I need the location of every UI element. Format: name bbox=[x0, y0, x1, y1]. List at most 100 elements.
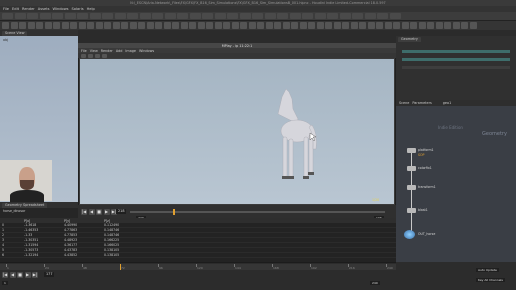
shelf-tool-icon[interactable] bbox=[129, 22, 137, 29]
shelf-tool-icon[interactable] bbox=[359, 22, 366, 29]
shelf-tab[interactable] bbox=[177, 13, 188, 19]
shelf-tab[interactable] bbox=[152, 13, 163, 19]
shelf-tool-icon[interactable] bbox=[435, 22, 443, 29]
shelf-tab[interactable] bbox=[377, 13, 388, 19]
shelf-tab[interactable] bbox=[352, 13, 363, 19]
column-header[interactable]: P[z] bbox=[102, 219, 146, 223]
shelf-tool-icon[interactable] bbox=[342, 22, 349, 29]
menu-item[interactable]: Help bbox=[87, 7, 95, 11]
mplay-menu-item[interactable]: Render bbox=[101, 49, 113, 53]
shelf-tool-icon[interactable] bbox=[291, 22, 298, 29]
shelf-tab[interactable] bbox=[127, 13, 138, 19]
shelf-tool-icon[interactable] bbox=[36, 22, 43, 29]
shelf-tab[interactable] bbox=[202, 13, 213, 19]
menu-item[interactable]: Windows bbox=[52, 7, 68, 11]
shelf-tool-icon[interactable] bbox=[138, 22, 145, 29]
shelf-tool-icon[interactable] bbox=[2, 22, 9, 29]
shelf-tab[interactable] bbox=[227, 13, 238, 19]
param-row[interactable] bbox=[402, 50, 510, 53]
shelf-tab[interactable] bbox=[52, 13, 63, 19]
shelf-tool-icon[interactable] bbox=[265, 22, 273, 29]
shelf-tab[interactable] bbox=[2, 13, 13, 19]
mplay-menu-item[interactable]: Add bbox=[116, 49, 123, 53]
node-transform[interactable] bbox=[407, 185, 416, 190]
shelf-tool-icon[interactable] bbox=[350, 22, 358, 29]
shelf-tool-icon[interactable] bbox=[240, 22, 247, 29]
timeline-transport-button[interactable]: |◀ bbox=[2, 272, 8, 278]
mplay-tool[interactable] bbox=[102, 53, 107, 58]
timeline-ruler[interactable]: 1 24 48 72 96 120 144 168 192 216 240 bbox=[0, 264, 396, 270]
tab-parameters[interactable]: Parameters bbox=[412, 101, 431, 105]
tab-scene[interactable]: Scene bbox=[399, 101, 409, 105]
menu-item[interactable]: Assets bbox=[38, 7, 50, 11]
shelf-tool-icon[interactable] bbox=[27, 22, 35, 29]
shelf-tab[interactable] bbox=[189, 13, 201, 19]
shelf-tool-icon[interactable] bbox=[104, 22, 111, 29]
menu-item[interactable]: Edit bbox=[12, 7, 19, 11]
shelf-tool-icon[interactable] bbox=[274, 22, 281, 29]
shelf-tool-icon[interactable] bbox=[189, 22, 196, 29]
shelf-tool-icon[interactable] bbox=[469, 22, 477, 29]
column-header[interactable]: P[x] bbox=[22, 219, 62, 223]
shelf-tool-icon[interactable] bbox=[95, 22, 103, 29]
shelf-tab[interactable] bbox=[252, 13, 263, 19]
shelf-tool-icon[interactable] bbox=[231, 22, 239, 29]
shelf-tool-icon[interactable] bbox=[427, 22, 434, 29]
shelf-tool-icon[interactable] bbox=[180, 22, 188, 29]
mplay-menu-item[interactable]: Image bbox=[125, 49, 136, 53]
shelf-tool-icon[interactable] bbox=[410, 22, 417, 29]
node-out[interactable] bbox=[404, 230, 415, 239]
shelf-tool-icon[interactable] bbox=[418, 22, 426, 29]
shelf-tab[interactable] bbox=[364, 13, 376, 19]
timeline-transport-button[interactable]: ▶| bbox=[32, 272, 38, 278]
shelf-tab[interactable] bbox=[64, 13, 76, 19]
menu-item[interactable]: Solaris bbox=[72, 7, 84, 11]
menu-item[interactable]: File bbox=[3, 7, 9, 11]
shelf-tool-icon[interactable] bbox=[155, 22, 162, 29]
mplay-tool[interactable] bbox=[88, 53, 93, 58]
mplay-slider[interactable] bbox=[130, 211, 385, 213]
shelf-tool-icon[interactable] bbox=[333, 22, 341, 29]
shelf-tool-icon[interactable] bbox=[70, 22, 77, 29]
shelf-tool-icon[interactable] bbox=[393, 22, 400, 29]
shelf-tool-icon[interactable] bbox=[10, 22, 18, 29]
auto-update-button[interactable]: Auto Update bbox=[476, 268, 499, 272]
timeline-transport-button[interactable]: ◀ bbox=[9, 272, 16, 278]
shelf-tool-icon[interactable] bbox=[401, 22, 409, 29]
shelf-tab[interactable] bbox=[302, 13, 313, 19]
shelf-tab[interactable] bbox=[114, 13, 126, 19]
shelf-tool-icon[interactable] bbox=[444, 22, 451, 29]
shelf-tool-icon[interactable] bbox=[87, 22, 94, 29]
shelf-tool-icon[interactable] bbox=[19, 22, 26, 29]
timeline-start[interactable]: 1 bbox=[2, 281, 8, 285]
shelf-tab[interactable] bbox=[139, 13, 151, 19]
mplay-tool[interactable] bbox=[95, 53, 100, 58]
shelf-tool-icon[interactable] bbox=[78, 22, 86, 29]
timeline-transport-button[interactable]: ▶ bbox=[24, 272, 31, 278]
flipbook-view[interactable] bbox=[80, 59, 394, 204]
transport-button[interactable]: ■ bbox=[96, 209, 102, 215]
shelf-tab[interactable] bbox=[27, 13, 38, 19]
shelf-tool-icon[interactable] bbox=[112, 22, 120, 29]
transport-button[interactable]: ▶ bbox=[103, 209, 110, 215]
shelf-tab[interactable] bbox=[14, 13, 26, 19]
tab-geometry-spreadsheet[interactable]: Geometry Spreadsheet bbox=[2, 202, 48, 208]
shelf-tab[interactable] bbox=[339, 13, 351, 19]
shelf-tab[interactable] bbox=[39, 13, 51, 19]
shelf-tab[interactable] bbox=[239, 13, 251, 19]
shelf-tool-icon[interactable] bbox=[163, 22, 171, 29]
shelf-tab[interactable] bbox=[214, 13, 226, 19]
shelf-tool-icon[interactable] bbox=[121, 22, 128, 29]
shelf-tab[interactable] bbox=[89, 13, 101, 19]
shelf-tool-icon[interactable] bbox=[325, 22, 332, 29]
mplay-tool[interactable] bbox=[81, 53, 86, 58]
shelf-tool-icon[interactable] bbox=[367, 22, 375, 29]
shelf-tab[interactable] bbox=[289, 13, 301, 19]
timeline-end[interactable]: 240 bbox=[370, 281, 380, 285]
tab-geometry[interactable]: Geometry bbox=[398, 36, 421, 42]
transport-button[interactable]: ◀ bbox=[88, 209, 95, 215]
shelf-tool-icon[interactable] bbox=[308, 22, 315, 29]
shelf-tool-icon[interactable] bbox=[299, 22, 307, 29]
shelf-tool-icon[interactable] bbox=[461, 22, 468, 29]
node-colorfix[interactable] bbox=[407, 166, 416, 171]
